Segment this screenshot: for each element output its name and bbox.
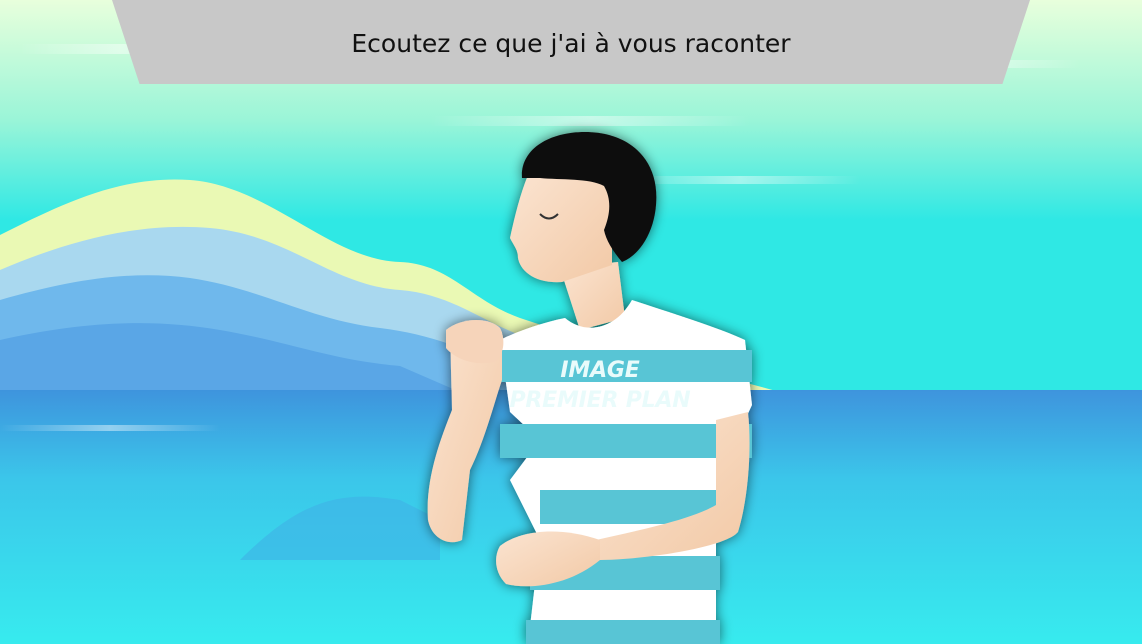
person-face (510, 175, 612, 283)
foreground-label-line-2: PREMIER PLAN (509, 388, 691, 413)
illustration-background (0, 0, 1142, 644)
scene-stage: Ecoutez ce que j'ai à vous raconter IMAG… (0, 0, 1142, 644)
caption-text: Ecoutez ce que j'ai à vous raconter (351, 29, 791, 58)
light-streak (620, 176, 860, 184)
light-streak (430, 116, 750, 126)
caption-banner: Ecoutez ce que j'ai à vous raconter (112, 0, 1030, 84)
foreground-label-line-1: IMAGE (560, 358, 640, 383)
sea-reflection (0, 425, 220, 431)
